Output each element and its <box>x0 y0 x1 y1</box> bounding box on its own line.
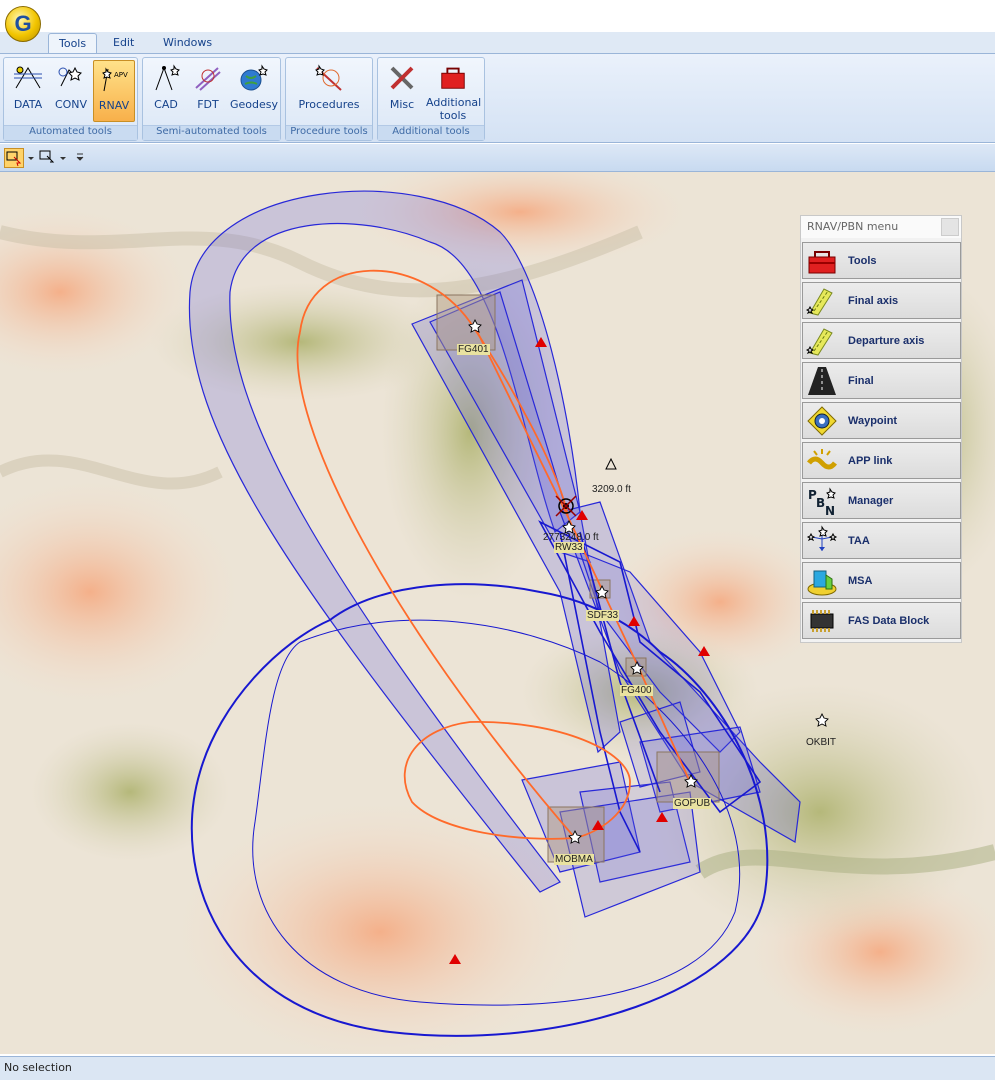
toolbox-icon <box>808 250 836 273</box>
select-dropdown-arrow[interactable] <box>26 148 36 168</box>
group-procedure-tools: Procedures Procedure tools <box>285 57 373 141</box>
menu-item-label: Final axis <box>848 294 899 307</box>
menu-item-label: Tools <box>848 254 877 267</box>
fas-data-block-icon <box>810 609 834 632</box>
panel-close-button[interactable] <box>941 218 959 236</box>
chevron-down-icon <box>60 157 66 160</box>
app-link-icon <box>807 448 837 469</box>
tab-tools[interactable]: Tools <box>48 33 98 54</box>
additional-tools-button[interactable]: Additional tools <box>424 60 482 122</box>
rnav-icon: APV <box>102 67 128 92</box>
cad-button[interactable]: CAD <box>145 60 187 122</box>
pointer-icon <box>39 150 55 163</box>
menu-item-label: MSA <box>848 574 873 587</box>
ribbon-tabs: Tools Edit Windows <box>0 32 995 54</box>
fg401-tolerance-box <box>436 294 496 351</box>
group-label-semi-automated: Semi-automated tools <box>143 125 280 140</box>
menu-item-label: TAA <box>848 534 870 547</box>
data-button[interactable]: DATA <box>7 60 49 122</box>
rnav-menu-final[interactable]: Final <box>802 362 961 399</box>
svg-text:B: B <box>816 496 825 510</box>
elevation-label: 3209.0 ft <box>592 484 631 495</box>
customize-toolbar-button[interactable] <box>74 148 86 168</box>
menu-item-label: FAS Data Block <box>848 614 930 627</box>
waypoint-label-rw33[interactable]: RW33 <box>554 542 584 553</box>
group-label-procedure: Procedure tools <box>286 125 372 140</box>
geodesy-button[interactable]: Geodesy <box>229 60 279 122</box>
tab-windows[interactable]: Windows <box>153 33 222 54</box>
waypoint-label-mobma[interactable]: MOBMA <box>554 854 594 865</box>
rnav-menu-final-axis[interactable]: Final axis <box>802 282 961 319</box>
departure-axis-icon <box>806 327 833 356</box>
group-label-automated: Automated tools <box>4 125 137 140</box>
svg-text:APV: APV <box>114 71 128 79</box>
pointer-dropdown-arrow[interactable] <box>58 148 68 168</box>
app-logo: G <box>14 11 32 36</box>
misc-button[interactable]: Misc <box>382 60 422 122</box>
toolbox-icon <box>441 67 465 89</box>
group-additional-tools: Misc Additional tools Additional tools <box>377 57 485 141</box>
msa-icon <box>807 570 837 595</box>
conv-button[interactable]: CONV <box>50 60 92 122</box>
rnav-menu-fas-data-block[interactable]: FAS Data Block <box>802 602 961 639</box>
svg-text:N: N <box>825 504 835 517</box>
data-icon <box>14 66 42 89</box>
rnav-menu-app-link[interactable]: APP link <box>802 442 961 479</box>
elevation-label: 2773248.0 ft <box>543 532 599 543</box>
chevron-down-icon <box>28 157 34 160</box>
fdt-button[interactable]: FDT <box>188 60 228 122</box>
application-menu-button[interactable]: G <box>5 6 41 42</box>
menu-item-label: Manager <box>848 494 894 507</box>
menu-item-label: Final <box>848 374 874 387</box>
group-automated-tools: DATA CONV APV RNAV Automated tools <box>3 57 138 141</box>
pointer-tool-button[interactable] <box>38 148 58 168</box>
waypoint-label-gopub[interactable]: GOPUB <box>673 798 712 809</box>
procedures-icon <box>315 64 342 91</box>
conv-icon <box>58 66 82 87</box>
rnav-menu-msa[interactable]: MSA <box>802 562 961 599</box>
select-tool-button[interactable] <box>4 148 24 168</box>
status-bar: No selection <box>0 1056 995 1080</box>
menu-item-label: Departure axis <box>848 334 925 347</box>
group-label-additional: Additional tools <box>378 125 484 140</box>
title-bar <box>0 0 995 32</box>
rnav-pbn-menu-panel: RNAV/PBN menu Tools Final axis Departure… <box>800 215 962 643</box>
rnav-menu-waypoint[interactable]: Waypoint <box>802 402 961 439</box>
waypoint-label-fg400[interactable]: FG400 <box>620 685 653 696</box>
wrench-screwdriver-icon <box>390 66 414 90</box>
waypoint-label-sdf33[interactable]: SDF33 <box>586 610 620 621</box>
pbn-manager-icon: PBN <box>808 486 836 517</box>
group-semi-automated-tools: CAD FDT Geodesy Semi-automated tools <box>142 57 281 141</box>
waypoint-label-okbit[interactable]: OKBIT <box>806 737 836 748</box>
panel-title: RNAV/PBN menu <box>801 216 961 238</box>
select-cursor-icon <box>6 151 22 167</box>
waypoint-icon <box>807 405 837 436</box>
final-icon <box>808 366 836 395</box>
application-window: G Tools Edit Windows DATA CONV APV RNAV … <box>0 0 995 1080</box>
waypoint-label-fg401[interactable]: FG401 <box>457 344 490 355</box>
rnav-button[interactable]: APV RNAV <box>93 60 135 122</box>
taa-icon <box>806 524 838 551</box>
menu-item-label: Waypoint <box>848 414 898 427</box>
rnav-menu-taa[interactable]: TAA <box>802 522 961 559</box>
globe-icon <box>240 64 268 91</box>
quick-access-toolbar <box>0 144 995 172</box>
rnav-menu-manager[interactable]: PBN Manager <box>802 482 961 519</box>
menu-item-label: APP link <box>848 454 893 467</box>
fdt-icon <box>195 67 221 91</box>
rnav-menu-departure-axis[interactable]: Departure axis <box>802 322 961 359</box>
tab-edit[interactable]: Edit <box>103 33 144 54</box>
status-text: No selection <box>4 1061 72 1074</box>
customize-icon <box>76 153 84 161</box>
procedures-button[interactable]: Procedures <box>294 60 364 122</box>
rnav-menu-tools[interactable]: Tools <box>802 242 961 279</box>
ribbon: DATA CONV APV RNAV Automated tools CAD F… <box>0 53 995 143</box>
cad-icon <box>155 64 180 91</box>
final-axis-icon <box>806 287 833 316</box>
